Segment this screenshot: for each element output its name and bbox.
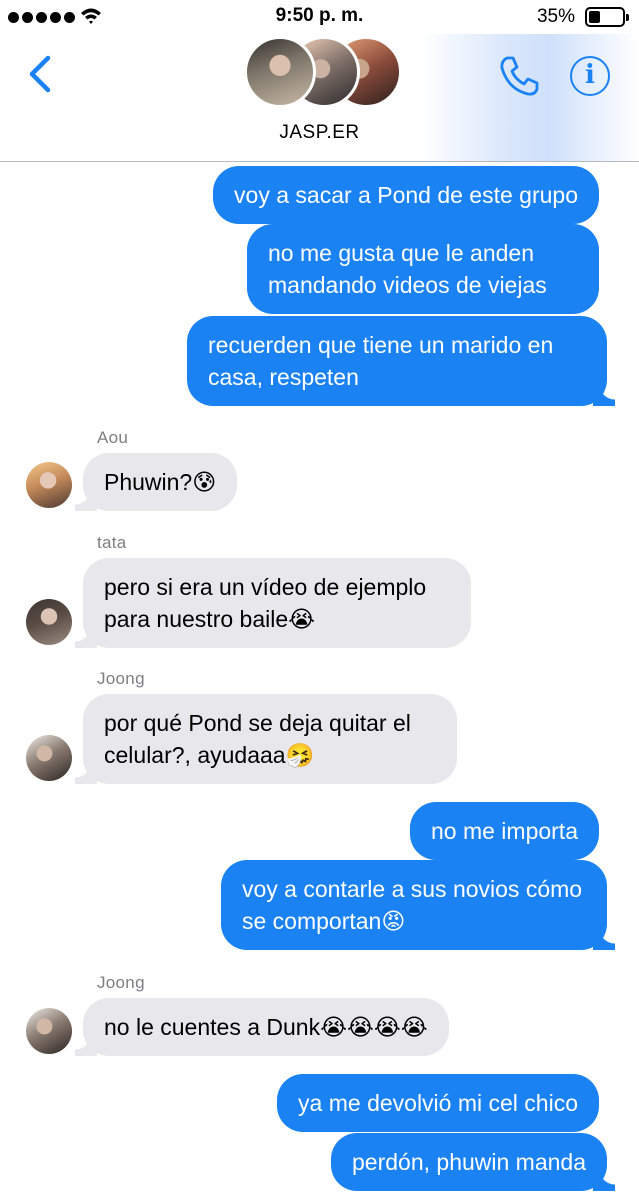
status-bar: 9:50 p. m. 35% xyxy=(0,0,639,34)
battery-percentage: 35% xyxy=(536,6,575,27)
outgoing-message[interactable]: voy a sacar a Pond de este grupo xyxy=(213,166,599,224)
avatar[interactable] xyxy=(26,462,72,508)
info-icon[interactable]: i xyxy=(570,56,610,96)
battery-icon xyxy=(585,7,629,27)
incoming-message[interactable]: no le cuentes a Dunk😭😭😭😭 xyxy=(75,998,449,1056)
group-name[interactable]: JASP.ER xyxy=(0,122,639,144)
incoming-message[interactable]: Phuwin?😰 xyxy=(74,453,238,511)
group-member-avatar xyxy=(244,36,316,108)
group-avatars[interactable] xyxy=(244,36,404,108)
outgoing-message[interactable]: ya me devolvió mi cel chico xyxy=(277,1074,599,1132)
chevron-left-icon[interactable] xyxy=(26,54,56,94)
outgoing-message[interactable]: recuerden que tiene un marido en casa, r… xyxy=(187,316,615,406)
incoming-message[interactable]: por qué Pond se deja quitar el celular?,… xyxy=(75,694,457,784)
outgoing-message[interactable]: voy a contarle a sus novios cómo se comp… xyxy=(221,860,615,950)
outgoing-message[interactable]: no me importa xyxy=(409,802,599,860)
sender-name: Aou xyxy=(97,428,129,447)
avatar[interactable] xyxy=(26,599,72,645)
incoming-message[interactable]: pero si era un vídeo de ejemplo para nue… xyxy=(75,558,471,648)
battery-level-fill xyxy=(589,11,600,23)
outgoing-message[interactable]: no me gusta que le anden mandando videos… xyxy=(247,224,599,314)
sender-name: tata xyxy=(97,533,127,552)
avatar[interactable] xyxy=(26,735,72,781)
message-list[interactable]: voy a sacar a Pond de este grupo no me g… xyxy=(0,162,639,1200)
phone-icon[interactable] xyxy=(498,54,542,98)
conversation-header: JASP.ER i xyxy=(0,34,639,162)
outgoing-message[interactable]: perdón, phuwin manda xyxy=(331,1133,615,1191)
sender-name: Joong xyxy=(97,669,145,688)
avatar[interactable] xyxy=(26,1008,72,1054)
sender-name: Joong xyxy=(97,973,145,992)
